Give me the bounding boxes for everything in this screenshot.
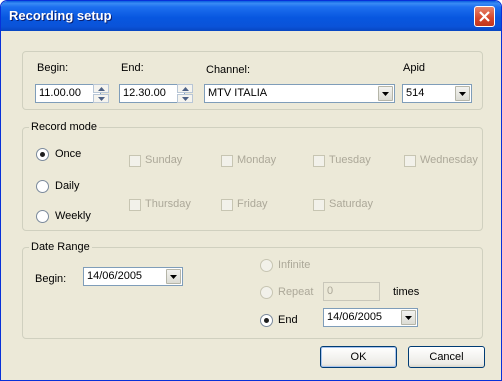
record-mode-group: Record mode Once Daily Weekly Sunday Mon… [22,121,483,231]
radio-once[interactable] [36,148,49,161]
close-icon [479,11,490,22]
date-end-picker[interactable]: 14/06/2005 [323,308,418,327]
chevron-down-icon [459,92,466,96]
close-button[interactable] [474,6,495,27]
date-begin-label: Begin: [35,273,67,285]
arrow-down-icon [98,97,105,101]
begin-time-label: Begin: [37,62,69,74]
begin-time-up-button[interactable] [93,84,109,93]
channel-select[interactable]: MTV ITALIA [204,84,395,103]
begin-time-input[interactable]: 11.00.00 [35,84,101,103]
checkbox-tuesday[interactable] [313,155,325,167]
radio-end[interactable] [260,314,273,327]
channel-dropdown-button[interactable] [378,86,393,101]
radio-infinite[interactable] [260,259,273,272]
radio-once-label[interactable]: Once [55,148,81,160]
chevron-down-icon [405,316,412,320]
arrow-up-icon [98,87,105,91]
checkbox-saturday-label: Saturday [329,198,374,210]
radio-weekly[interactable] [36,210,49,223]
title-bar[interactable]: Recording setup [1,1,501,31]
date-range-legend: Date Range [29,241,92,253]
radio-daily[interactable] [36,180,49,193]
date-range-group: Date Range Begin: 14/06/2005 Infinite Re… [22,241,483,339]
checkbox-tuesday-label: Tuesday [329,154,371,166]
begin-time-down-button[interactable] [93,94,109,103]
ok-button[interactable]: OK [320,346,397,368]
chevron-down-icon [170,275,177,279]
end-time-label: End: [121,62,144,74]
chevron-down-icon [382,92,389,96]
checkbox-saturday[interactable] [313,199,325,211]
radio-weekly-label[interactable]: Weekly [55,210,91,222]
radio-daily-label[interactable]: Daily [55,180,79,192]
times-label: times [393,286,420,298]
radio-repeat[interactable] [260,286,273,299]
apid-dropdown-button[interactable] [455,86,470,101]
repeat-count-input[interactable]: 0 [323,282,380,301]
recording-setup-dialog: Recording setup Begin: 11.00.00 End: 12.… [0,0,502,381]
checkbox-sunday-label: Sunday [145,154,183,166]
arrow-up-icon [182,87,189,91]
arrow-down-icon [182,97,189,101]
end-time-input[interactable]: 12.30.00 [119,84,185,103]
date-end-dropdown-button[interactable] [401,310,416,325]
radio-repeat-label: Repeat [278,286,314,298]
radio-infinite-label: Infinite [278,259,311,271]
date-begin-dropdown-button[interactable] [166,269,181,284]
window-title: Recording setup [9,8,112,23]
checkbox-monday-label: Monday [237,154,277,166]
checkbox-sunday[interactable] [129,155,141,167]
end-time-spinner[interactable] [177,84,193,103]
apid-label: Apid [403,62,426,74]
begin-time-spinner[interactable] [93,84,109,103]
checkbox-thursday[interactable] [129,199,141,211]
date-begin-picker[interactable]: 14/06/2005 [83,267,183,286]
checkbox-wednesday[interactable] [404,155,416,167]
schedule-group: Begin: 11.00.00 End: 12.30.00 Channel: M… [22,51,483,110]
checkbox-friday[interactable] [221,199,233,211]
checkbox-monday[interactable] [221,155,233,167]
checkbox-wednesday-label: Wednesday [420,154,478,166]
checkbox-friday-label: Friday [237,198,268,210]
end-time-up-button[interactable] [177,84,193,93]
radio-end-label[interactable]: End [278,314,298,326]
end-time-down-button[interactable] [177,94,193,103]
cancel-button[interactable]: Cancel [408,346,485,368]
checkbox-thursday-label: Thursday [145,198,191,210]
apid-select[interactable]: 514 [402,84,472,103]
record-mode-legend: Record mode [29,121,100,133]
channel-label: Channel: [206,64,251,76]
